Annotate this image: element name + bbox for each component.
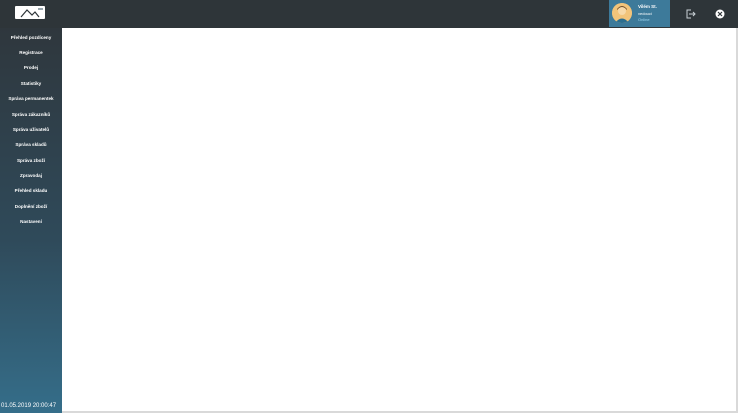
sidebar-item-sprava-zbozi[interactable]: Správa zboží <box>0 153 62 167</box>
user-name: Vilém St. <box>638 4 657 9</box>
user-profile-card[interactable]: Vilém St. vedoucí Online <box>609 0 670 27</box>
logout-icon[interactable] <box>684 7 696 19</box>
sidebar-item-sprava-uzivatelu[interactable]: Správa uživatelů <box>0 122 62 136</box>
sidebar-item-statistiky[interactable]: Statistiky <box>0 76 62 90</box>
sidebar-item-prehled-pozdiceny[interactable]: Přehled pozdíceny <box>0 30 62 44</box>
app-logo[interactable] <box>15 6 45 19</box>
sidebar-item-sprava-permanentek[interactable]: Správa permanentek <box>0 91 62 105</box>
sidebar-item-nastaveni[interactable]: Nastavení <box>0 214 62 228</box>
sidebar-item-prehled-skladu[interactable]: Přehled skladu <box>0 183 62 197</box>
sidebar: Přehled pozdíceny Registrace Prodej Stat… <box>0 28 62 413</box>
sidebar-item-registrace[interactable]: Registrace <box>0 45 62 59</box>
sidebar-item-prodej[interactable]: Prodej <box>0 60 62 74</box>
close-icon[interactable] <box>714 7 726 19</box>
main-content-area <box>62 28 738 413</box>
avatar <box>612 3 632 23</box>
user-status: Online <box>638 17 650 22</box>
status-datetime: 01.05.2019 20:00:47 <box>1 403 57 409</box>
user-role: vedoucí <box>638 11 653 16</box>
sidebar-item-doplneni-zbozi[interactable]: Doplnění zboží <box>0 199 62 213</box>
top-bar: Vilém St. vedoucí Online <box>0 0 738 28</box>
sidebar-item-sprava-zakazniku[interactable]: Správa zákazníků <box>0 107 62 121</box>
sidebar-item-sprava-skladu[interactable]: Správa skladů <box>0 137 62 151</box>
sidebar-item-zpravodaj[interactable]: Zpravodaj <box>0 168 62 182</box>
